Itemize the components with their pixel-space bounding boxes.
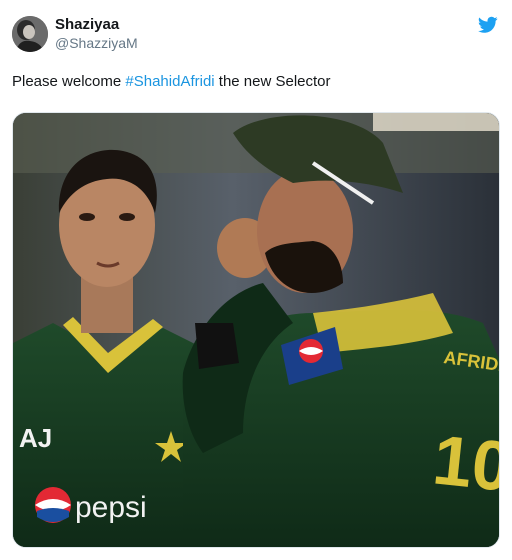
jersey-initials: AJ bbox=[19, 423, 52, 453]
tweet-media-photo[interactable]: AJ pepsi AFRIDI 10 bbox=[12, 112, 500, 548]
author-names: Shaziyaa @ShazziyaM bbox=[55, 16, 138, 52]
sponsor-text: pepsi bbox=[75, 491, 147, 524]
tweet-card: Shaziyaa @ShazziyaM Please welcome #Shah… bbox=[0, 0, 512, 560]
tweet-header: Shaziyaa @ShazziyaM bbox=[12, 12, 500, 58]
hashtag-link[interactable]: #ShahidAfridi bbox=[125, 73, 214, 90]
avatar-image bbox=[12, 16, 48, 52]
twitter-bird-icon[interactable] bbox=[478, 16, 498, 34]
jersey-number: 10 bbox=[429, 420, 500, 506]
tweet-text-suffix: the new Selector bbox=[214, 73, 331, 90]
avatar[interactable] bbox=[12, 16, 48, 52]
display-name[interactable]: Shaziyaa bbox=[55, 16, 138, 34]
user-handle[interactable]: @ShazziyaM bbox=[55, 34, 138, 52]
tweet-text: Please welcome #ShahidAfridi the new Sel… bbox=[12, 72, 331, 92]
photo-scene: AJ pepsi AFRIDI 10 bbox=[13, 113, 500, 547]
tweet-text-prefix: Please welcome bbox=[12, 73, 126, 90]
